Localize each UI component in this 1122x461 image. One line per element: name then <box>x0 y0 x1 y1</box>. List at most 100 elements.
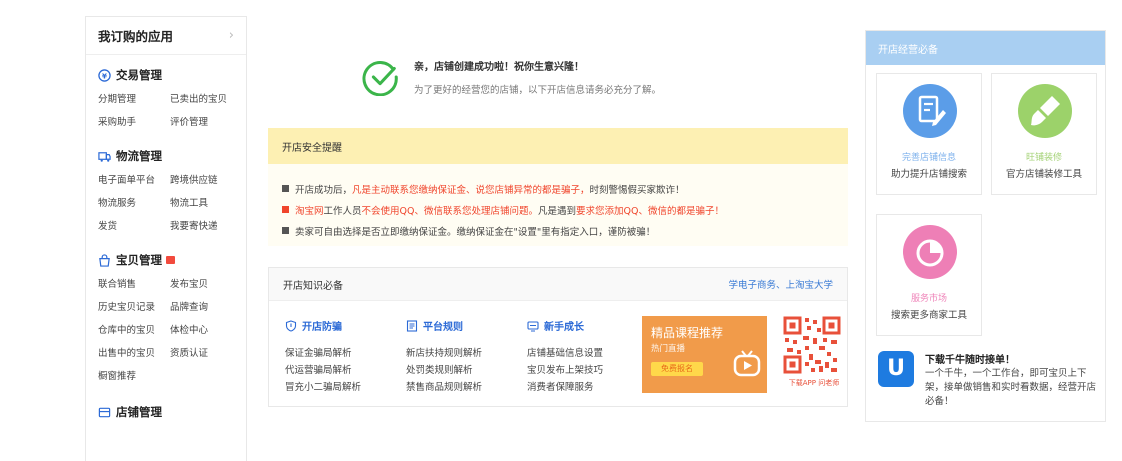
success-title: 亲，店铺创建成功啦！祝你生意兴隆！ <box>414 62 584 73</box>
qianniu-logo-icon: U <box>878 351 914 387</box>
svg-text:¥: ¥ <box>102 71 108 80</box>
column-title[interactable]: 新手成长 <box>544 318 584 333</box>
truck-icon <box>98 151 111 162</box>
bullet-icon <box>282 206 289 213</box>
sidebar-link[interactable]: 出售中的宝贝 <box>98 345 170 359</box>
sidebar-title: 我订购的应用 <box>98 29 174 44</box>
card-desc: 官方店铺装修工具 <box>1005 169 1082 180</box>
pie-chart-icon <box>903 225 957 279</box>
check-circle-icon <box>362 61 398 96</box>
sidebar-header[interactable]: 我订购的应用 › <box>86 17 246 55</box>
sidebar-link[interactable]: 橱窗推荐 <box>98 368 170 382</box>
success-message: 亲，店铺创建成功啦！祝你生意兴隆！ 为了更好的经营您的店铺，以下开店信息请务必充… <box>362 58 661 96</box>
safety-warning: 要求您添加QQ、微信的都是骗子！ <box>576 205 724 217</box>
safety-notice: 开店安全提醒 开店成功后， 凡是主动联系您缴纳保证金、说您店铺异常的都是骗子， … <box>268 128 848 246</box>
knowledge-panel: 开店知识必备 学电子商务、上淘宝大学 开店防骗 保证金骗局解析 代运营骗局解析 … <box>268 267 848 407</box>
shop-icon <box>98 407 111 417</box>
sidebar-link[interactable]: 体检中心 <box>170 322 242 336</box>
knowledge-title: 开店知识必备 <box>283 280 343 292</box>
business-essentials-panel: 开店经营必备 完善店铺信息 助力提升店铺搜索 旺铺装修 官方店铺装修工具 服务市… <box>865 30 1106 422</box>
sidebar-link[interactable]: 物流服务 <box>98 195 170 209</box>
promo-desc: 一个千牛，一个工作台，即可宝贝上下架，接单做销售和实时看数据，经营开店必备！ <box>925 368 1097 407</box>
knowledge-link[interactable]: 禁售商品规则解析 <box>406 379 482 396</box>
sidebar-link[interactable]: 发布宝贝 <box>170 276 242 290</box>
document-icon <box>406 319 418 332</box>
qr-caption: 下载APP 问老师 <box>788 379 840 387</box>
column-title[interactable]: 开店防骗 <box>302 318 342 333</box>
safety-warning: 淘宝网 <box>295 205 324 217</box>
knowledge-link[interactable]: 冒充小二骗局解析 <box>285 379 361 396</box>
sidebar-link[interactable]: 物流工具 <box>170 195 242 209</box>
sidebar-link[interactable]: 采购助手 <box>98 114 170 128</box>
sidebar-section-shop: 店铺管理 <box>86 390 246 436</box>
safety-warning: 凡是主动联系您缴纳保证金、说您店铺异常的都是骗子， <box>352 184 590 196</box>
chevron-right-icon[interactable]: › <box>229 28 234 43</box>
safety-text: 开店成功后， <box>295 184 353 196</box>
free-signup-button[interactable]: 免费报名 <box>651 362 703 376</box>
sidebar-section-items: 宝贝管理 联合销售 发布宝贝 历史宝贝记录 品牌查询 仓库中的宝贝 体检中心 出… <box>86 240 246 390</box>
safety-row: 卖家可自由选择是否立即缴纳保证金。缴纳保证金在"设置"里有指定入口，谨防被骗！ <box>282 220 848 241</box>
safety-warning: 不会使用QQ、微信联系您处理店铺问题。 <box>361 205 538 217</box>
sidebar-link[interactable]: 品牌查询 <box>170 299 242 313</box>
sidebar-link[interactable]: 电子面单平台 <box>98 172 170 186</box>
shield-icon <box>285 319 297 332</box>
sidebar-link[interactable]: 已卖出的宝贝 <box>170 91 242 105</box>
knowledge-column-growth: 新手成长 店铺基础信息设置 宝贝发布上架技巧 消费者保障服务 <box>527 318 603 396</box>
monitor-icon <box>527 320 539 331</box>
card-desc: 助力提升店铺搜索 <box>890 169 967 180</box>
promo-title: 下载千牛随时接单！ <box>925 355 1015 366</box>
trade-icon: ¥ <box>98 68 111 82</box>
knowledge-link[interactable]: 处罚类规则解析 <box>406 362 482 379</box>
safety-row: 淘宝网 工作人员 不会使用QQ、微信联系您处理店铺问题。 凡是遇到 要求您添加Q… <box>282 199 848 220</box>
sidebar-link[interactable]: 分期管理 <box>98 91 170 105</box>
sidebar-section-logistics: 物流管理 电子面单平台 跨境供应链 物流服务 物流工具 发货 我要寄快递 <box>86 136 246 240</box>
success-subtitle: 为了更好的经营您的店铺，以下开店信息请务必充分了解。 <box>414 85 662 96</box>
safety-text: 卖家可自由选择是否立即缴纳保证金。缴纳保证金在"设置"里有指定入口，谨防被骗！ <box>295 226 656 238</box>
card-service-market[interactable]: 服务市场 搜索更多商家工具 <box>876 214 982 336</box>
knowledge-column-anti-fraud: 开店防骗 保证金骗局解析 代运营骗局解析 冒充小二骗局解析 <box>285 318 361 396</box>
knowledge-link[interactable]: 宝贝发布上架技巧 <box>527 362 603 379</box>
sidebar-link[interactable]: 我要寄快递 <box>170 218 242 232</box>
app-sidebar: 我订购的应用 › ¥ 交易管理 分期管理 已卖出的宝贝 采购助手 评价管理 物流… <box>85 16 247 461</box>
course-banner[interactable]: 精品课程推荐 热门直播 免费报名 <box>642 316 767 393</box>
sidebar-link[interactable]: 联合销售 <box>98 276 170 290</box>
panel-title: 开店经营必备 <box>866 31 1105 65</box>
knowledge-column-rules: 平台规则 新店扶持规则解析 处罚类规则解析 禁售商品规则解析 <box>406 318 482 396</box>
sidebar-link[interactable]: 资质认证 <box>170 345 242 359</box>
safety-text: 工作人员 <box>323 205 362 217</box>
knowledge-link[interactable]: 消费者保障服务 <box>527 379 603 396</box>
safety-row: 开店成功后， 凡是主动联系您缴纳保证金、说您店铺异常的都是骗子， 时刻警惕假买家… <box>282 178 848 199</box>
safety-text: 时刻警惕假买家欺诈！ <box>589 184 685 196</box>
sidebar-link[interactable]: 评价管理 <box>170 114 242 128</box>
banner-title: 精品课程推荐 <box>651 326 724 340</box>
bullet-icon <box>282 227 289 234</box>
card-desc: 搜索更多商家工具 <box>890 310 967 321</box>
sidebar-section-trade: ¥ 交易管理 分期管理 已卖出的宝贝 采购助手 评价管理 <box>86 55 246 136</box>
card-shop-info[interactable]: 完善店铺信息 助力提升店铺搜索 <box>876 73 982 195</box>
brush-icon <box>1018 84 1072 138</box>
sidebar-link[interactable]: 跨境供应链 <box>170 172 242 186</box>
banner-subtitle: 热门直播 <box>651 344 686 354</box>
knowledge-link[interactable]: 店铺基础信息设置 <box>527 345 603 362</box>
bag-icon <box>99 253 110 267</box>
university-link[interactable]: 学电子商务、上淘宝大学 <box>728 277 833 291</box>
safety-text: 凡是遇到 <box>538 205 577 217</box>
knowledge-link[interactable]: 新店扶持规则解析 <box>406 345 482 362</box>
section-title: 店铺管理 <box>116 405 162 419</box>
bullet-icon <box>282 185 289 192</box>
card-title: 旺铺装修 <box>1025 153 1062 163</box>
knowledge-link[interactable]: 代运营骗局解析 <box>285 362 361 379</box>
sidebar-link[interactable]: 发货 <box>98 218 170 232</box>
section-title: 物流管理 <box>116 149 162 163</box>
knowledge-link[interactable]: 保证金骗局解析 <box>285 345 361 362</box>
safety-title: 开店安全提醒 <box>268 128 848 164</box>
hot-badge <box>166 256 175 264</box>
card-title: 服务市场 <box>910 294 947 304</box>
card-shop-decoration[interactable]: 旺铺装修 官方店铺装修工具 <box>991 73 1097 195</box>
sidebar-link[interactable]: 历史宝贝记录 <box>98 299 170 313</box>
tv-play-icon <box>733 350 761 377</box>
column-title[interactable]: 平台规则 <box>423 318 463 333</box>
section-title: 交易管理 <box>116 68 162 82</box>
sidebar-link[interactable]: 仓库中的宝贝 <box>98 322 170 336</box>
section-title: 宝贝管理 <box>116 253 162 267</box>
